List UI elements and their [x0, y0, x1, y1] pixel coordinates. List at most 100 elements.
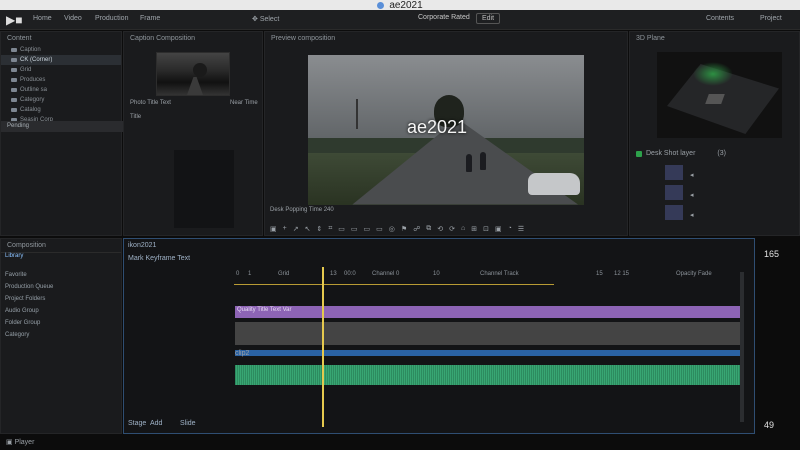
menu-frame[interactable]: Frame	[140, 15, 160, 22]
layer-list-title: Desk Shot layer	[646, 150, 696, 157]
tool-icon[interactable]: ▭	[338, 225, 345, 237]
tool-icon[interactable]: ⟲	[437, 225, 443, 237]
toolbar: ▶■ Home Video Production Frame ✥ Select …	[0, 10, 800, 30]
composition-title: Composition	[1, 239, 121, 253]
speaker-icon[interactable]: ◂	[690, 211, 694, 219]
composition-panel: Composition Library Favorite Production …	[0, 238, 122, 434]
overlay-title: ae2021	[407, 117, 468, 137]
layer-thumb[interactable]	[665, 205, 683, 220]
menu-production[interactable]: Production	[95, 15, 128, 22]
title-clip[interactable]: Quality Title Text Var	[235, 306, 741, 318]
stage-label: Stage	[128, 420, 147, 427]
item-label: Catalog	[20, 107, 41, 113]
app-logo: ▶■	[6, 13, 23, 27]
composition-list: Favorite Production Queue Project Folder…	[5, 269, 53, 341]
item-label: Grid	[20, 67, 32, 73]
work-area-bar[interactable]	[234, 284, 554, 285]
item-label: CK (Corner)	[20, 57, 53, 63]
layer-list-header: Desk Shot layer (3)	[636, 150, 726, 157]
contents-button[interactable]: Contents	[706, 15, 734, 22]
tool-icon[interactable]: ▭	[364, 225, 371, 237]
list-item[interactable]: Folder Group	[5, 317, 53, 329]
browser-item[interactable]: Produces	[1, 75, 121, 85]
select-tool[interactable]: ✥ Select	[252, 15, 279, 23]
browser-item[interactable]: CK (Corner)	[1, 55, 121, 65]
tool-icon[interactable]: ▣	[495, 225, 502, 237]
ruler-label: 00:0	[344, 271, 356, 277]
ruler-label: 0	[236, 271, 240, 277]
library-tab[interactable]: Library	[5, 253, 23, 259]
project-button[interactable]: Project	[760, 15, 782, 22]
folder-icon	[11, 48, 17, 52]
video-clip[interactable]	[235, 322, 741, 345]
video-frame[interactable]: ae2021	[308, 55, 584, 205]
app-icon	[377, 1, 385, 9]
tool-icon[interactable]: ▭	[376, 225, 383, 237]
list-item[interactable]: Production Queue	[5, 281, 53, 293]
viewer-toolbar: ▣ + ↗ ↖ ⇕ ⌗ ▭ ▭ ▭ ▭ ◎ ⚑ ☍ ⧉ ⟲ ⟳ ⌂ ⊞ ⊡ ▣ …	[270, 225, 620, 237]
list-item[interactable]: Favorite	[5, 269, 53, 281]
tool-icon[interactable]: ⌗	[328, 225, 332, 237]
layer-count: (3)	[717, 150, 726, 157]
tool-icon[interactable]: ◔	[508, 225, 512, 237]
viewer-caption: Desk Popping Time 240	[270, 207, 334, 213]
source-title: Caption Composition	[130, 35, 195, 42]
content-browser: Content Caption CK (Corner) Grid Produce…	[0, 31, 123, 236]
tool-icon[interactable]: ◎	[389, 225, 395, 237]
tool-icon[interactable]: ↖	[305, 225, 311, 237]
meter-bottom: 49	[764, 420, 775, 430]
audio-clip[interactable]	[235, 365, 741, 385]
ruler-label: 13	[330, 271, 337, 277]
tool-icon[interactable]: ⧉	[426, 225, 431, 237]
speaker-icon[interactable]: ◂	[690, 171, 694, 179]
browser-item[interactable]: Catalog	[1, 105, 121, 115]
layer-thumb[interactable]	[665, 165, 683, 180]
item-label: Produces	[20, 77, 46, 83]
folder-icon	[11, 108, 17, 112]
timeline-title: ikon2021	[128, 242, 157, 249]
item-label: Outline sa	[20, 87, 48, 93]
player-text: Player	[14, 439, 35, 446]
edit-badge[interactable]: Edit	[476, 13, 501, 24]
tool-icon[interactable]: ⌂	[461, 225, 465, 237]
browser-item[interactable]: Caption	[1, 45, 121, 55]
timeline-scrollbar[interactable]	[740, 272, 744, 422]
source-left-note: Photo Title Text	[130, 100, 171, 106]
tool-icon[interactable]: ▣	[270, 225, 277, 237]
source-thumbnail[interactable]	[156, 52, 230, 96]
tool-icon[interactable]: ⚑	[401, 225, 407, 237]
playhead[interactable]	[322, 267, 324, 427]
list-item[interactable]: Category	[5, 329, 53, 341]
browser-item[interactable]: Grid	[1, 65, 121, 75]
checkbox-icon[interactable]	[636, 150, 642, 157]
browser-item[interactable]: Category	[1, 95, 121, 105]
tool-icon[interactable]: ⊡	[483, 225, 489, 237]
viewer-title: Preview composition	[271, 35, 336, 42]
browser-list: Caption CK (Corner) Grid Produces Outlin…	[1, 45, 121, 125]
menu-video[interactable]: Video	[64, 15, 82, 22]
folder-icon	[11, 88, 17, 92]
tool-icon[interactable]: ⇕	[316, 225, 322, 237]
3d-preview[interactable]	[657, 52, 782, 138]
menu-home[interactable]: Home	[33, 15, 52, 22]
tool-icon[interactable]: ⊞	[471, 225, 477, 237]
folder-icon	[11, 98, 17, 102]
right-panel-title: 3D Plane	[636, 35, 665, 42]
tool-icon[interactable]: ▭	[351, 225, 358, 237]
tool-icon[interactable]: +	[283, 225, 287, 237]
pending-bar[interactable]: Pending	[1, 121, 123, 132]
ruler-label: Channel Track	[480, 271, 519, 277]
blue-clip[interactable]: clip2	[235, 350, 741, 357]
list-item[interactable]: Audio Group	[5, 305, 53, 317]
timeline-subtitle: Mark Keyframe Text	[128, 255, 191, 262]
tool-icon[interactable]: ☰	[518, 225, 524, 237]
list-item[interactable]: Project Folders	[5, 293, 53, 305]
layer-thumb[interactable]	[665, 185, 683, 200]
tool-icon[interactable]: ☍	[413, 225, 420, 237]
browser-item[interactable]: Outline sa	[1, 85, 121, 95]
speaker-icon[interactable]: ◂	[690, 191, 694, 199]
browser-title: Content	[7, 35, 32, 42]
player-label: ▣ Player	[6, 439, 35, 446]
tool-icon[interactable]: ⟳	[449, 225, 455, 237]
tool-icon[interactable]: ↗	[293, 225, 299, 237]
